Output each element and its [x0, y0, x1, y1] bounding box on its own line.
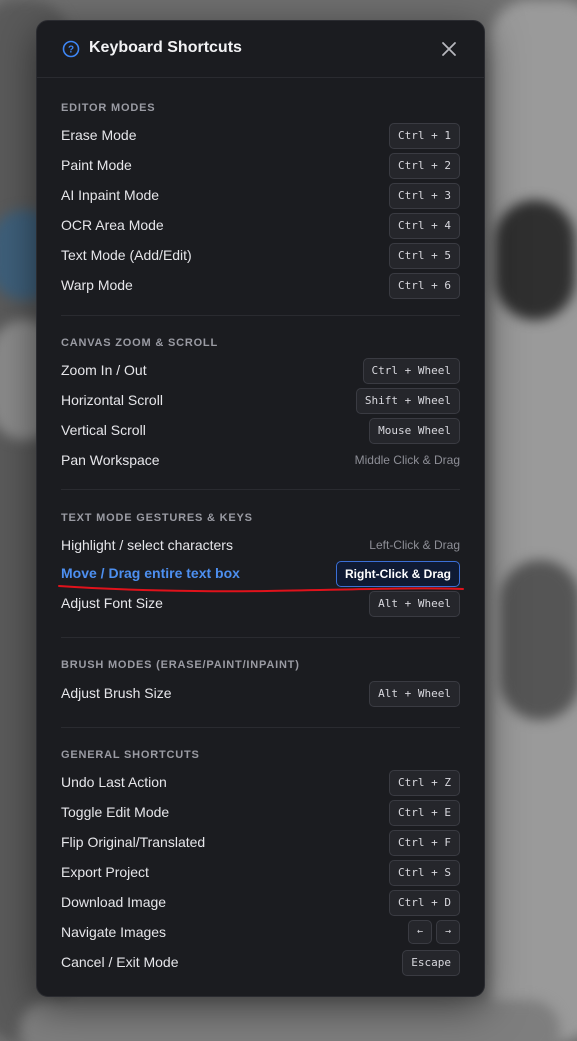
shortcut-row: Pan Workspace Middle Click & Drag	[61, 448, 460, 474]
shortcut-label: Navigate Images	[61, 924, 167, 940]
shortcut-key: Ctrl + D	[389, 890, 460, 916]
shortcut-label: Paint Mode	[61, 157, 132, 173]
shortcut-row: Navigate Images ← →	[61, 920, 460, 946]
section-divider	[61, 727, 460, 728]
shortcut-label: Vertical Scroll	[61, 422, 146, 438]
shortcut-hint: Middle Click & Drag	[354, 453, 460, 467]
shortcut-label: Export Project	[61, 864, 149, 880]
shortcut-row: OCR Area Mode Ctrl + 4	[61, 213, 460, 239]
shortcut-row: Highlight / select characters Left-Click …	[61, 533, 460, 559]
shortcut-key: Ctrl + 5	[389, 243, 460, 269]
shortcut-label: Adjust Font Size	[61, 595, 163, 611]
dialog-header: ? Keyboard Shortcuts	[37, 21, 484, 78]
shortcut-label: Warp Mode	[61, 277, 133, 293]
shortcut-row: Zoom In / Out Ctrl + Wheel	[61, 358, 460, 384]
shortcut-label: AI Inpaint Mode	[61, 187, 160, 203]
shortcut-label: Move / Drag entire text box	[61, 565, 240, 581]
keyboard-shortcuts-dialog: ? Keyboard Shortcuts EDITOR MODES Erase M…	[36, 20, 485, 997]
shortcut-key: Ctrl + S	[389, 860, 460, 886]
shortcut-label: Adjust Brush Size	[61, 685, 172, 701]
shortcut-row: Text Mode (Add/Edit) Ctrl + 5	[61, 243, 460, 269]
shortcut-label: Download Image	[61, 894, 167, 910]
shortcut-key: Ctrl + Wheel	[362, 358, 460, 384]
shortcut-key: Ctrl + 4	[389, 213, 460, 239]
shortcut-row: Download Image Ctrl + D	[61, 890, 460, 916]
shortcut-row: Adjust Font Size Alt + Wheel	[61, 591, 460, 617]
shortcut-row: Toggle Edit Mode Ctrl + E	[61, 800, 460, 826]
shortcut-key: Ctrl + 6	[389, 273, 460, 299]
shortcut-key: Ctrl + F	[389, 830, 460, 856]
section-divider	[61, 637, 460, 638]
close-icon[interactable]	[440, 40, 458, 58]
shortcut-row: Move / Drag entire text box Right-Click &…	[61, 561, 460, 587]
shortcut-label: Erase Mode	[61, 127, 137, 143]
shortcut-row: Flip Original/Translated Ctrl + F	[61, 830, 460, 856]
dialog-title: Keyboard Shortcuts	[89, 39, 242, 56]
shortcut-row: Erase Mode Ctrl + 1	[61, 123, 460, 149]
shortcut-label: Undo Last Action	[61, 774, 167, 790]
shortcut-label: Horizontal Scroll	[61, 392, 163, 408]
section-title: GENERAL SHORTCUTS	[61, 749, 200, 761]
svg-text:?: ?	[68, 45, 74, 56]
section-title: BRUSH MODES (ERASE/PAINT/INPAINT)	[61, 659, 300, 671]
left-arrow-key: ←	[408, 920, 432, 944]
shortcut-label: OCR Area Mode	[61, 217, 164, 233]
help-icon: ?	[62, 40, 80, 58]
shortcut-key: Shift + Wheel	[355, 388, 460, 414]
section-divider	[61, 315, 460, 316]
shortcut-row: Vertical Scroll Mouse Wheel	[61, 418, 460, 444]
shortcut-row: Undo Last Action Ctrl + Z	[61, 770, 460, 796]
shortcut-hint: Left-Click & Drag	[369, 538, 460, 552]
shortcut-key: Alt + Wheel	[369, 591, 460, 617]
arrow-keys: ← →	[404, 920, 460, 944]
shortcut-label: Flip Original/Translated	[61, 834, 206, 850]
section-title: CANVAS ZOOM & SCROLL	[61, 337, 218, 349]
shortcut-key: Ctrl + E	[389, 800, 460, 826]
right-arrow-key: →	[436, 920, 460, 944]
shortcut-row: Paint Mode Ctrl + 2	[61, 153, 460, 179]
shortcut-row: Warp Mode Ctrl + 6	[61, 273, 460, 299]
section-title: EDITOR MODES	[61, 102, 156, 114]
section-title: TEXT MODE GESTURES & KEYS	[61, 512, 253, 524]
shortcut-key-highlighted: Right-Click & Drag	[335, 561, 460, 587]
shortcut-key: Escape	[402, 950, 460, 976]
shortcut-label: Toggle Edit Mode	[61, 804, 170, 820]
shortcut-row: Horizontal Scroll Shift + Wheel	[61, 388, 460, 414]
shortcut-row: Export Project Ctrl + S	[61, 860, 460, 886]
shortcut-key: Ctrl + 3	[389, 183, 460, 209]
shortcut-row: Cancel / Exit Mode Escape	[61, 950, 460, 976]
shortcut-row: Adjust Brush Size Alt + Wheel	[61, 681, 460, 707]
shortcut-label: Highlight / select characters	[61, 537, 233, 553]
shortcut-label: Pan Workspace	[61, 452, 160, 468]
shortcut-label: Zoom In / Out	[61, 362, 147, 378]
shortcut-row: AI Inpaint Mode Ctrl + 3	[61, 183, 460, 209]
shortcut-key: Ctrl + 1	[389, 123, 460, 149]
shortcut-key: Ctrl + 2	[389, 153, 460, 179]
shortcut-label: Text Mode (Add/Edit)	[61, 247, 192, 263]
shortcut-key: Mouse Wheel	[369, 418, 460, 444]
shortcut-label: Cancel / Exit Mode	[61, 954, 179, 970]
shortcut-key: Alt + Wheel	[369, 681, 460, 707]
shortcut-key: Ctrl + Z	[389, 770, 460, 796]
section-divider	[61, 489, 460, 490]
